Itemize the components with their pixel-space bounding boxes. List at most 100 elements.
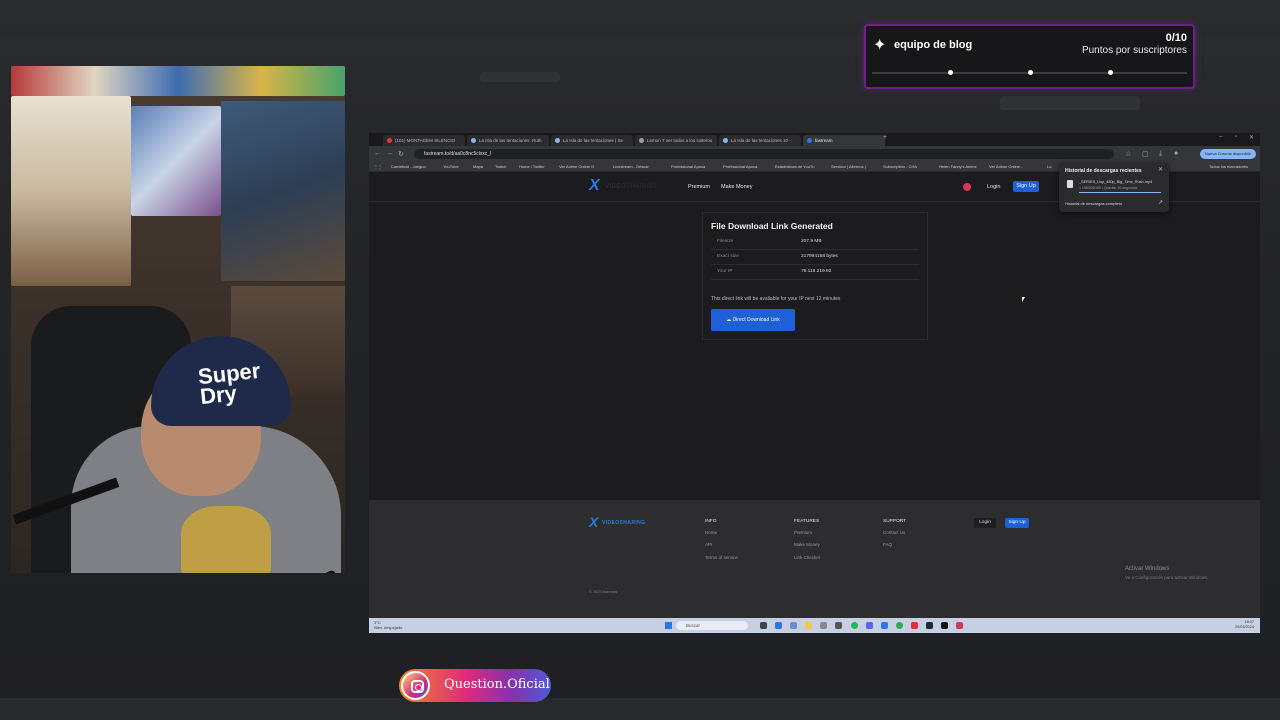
footer-link[interactable]: Home (705, 530, 717, 535)
direct-download-button[interactable]: ☁ Direct Download Link (711, 309, 795, 331)
bookmark-item[interactable]: Subscription - CHA (883, 164, 917, 169)
footer-login-button[interactable]: Login (974, 518, 996, 528)
footer-link[interactable]: Terms of service (705, 555, 738, 560)
bookmark-item[interactable]: Mapa (473, 164, 483, 169)
bookmark-item[interactable]: YouTube (443, 164, 459, 169)
file-explorer-icon[interactable] (805, 622, 812, 629)
bookmark-item[interactable]: Livestream - Descar (613, 164, 649, 169)
footer-link[interactable]: Make Money (794, 542, 820, 547)
full-history-link[interactable]: Historial de descargas completo (1065, 201, 1122, 206)
windows-start-icon[interactable] (665, 622, 672, 629)
maximize-button[interactable]: ▫ (1235, 134, 1237, 140)
downloads-popup-title: Historial de descargas recientes (1065, 168, 1142, 174)
goal-milestone-dot (1028, 70, 1033, 75)
minimize-button[interactable]: – (1219, 134, 1222, 140)
extensions-icon[interactable]: ▢ (1142, 150, 1149, 158)
bookmark-item[interactable]: Helen Fanny's Anime (939, 164, 977, 169)
clock-date: 29/03/2024 (1234, 625, 1254, 629)
footer-link[interactable]: FAQ (883, 542, 892, 547)
downloads-icon[interactable]: ⤓ (1159, 150, 1162, 158)
edge-icon[interactable] (775, 622, 782, 629)
favicon (639, 138, 644, 143)
language-flag-icon[interactable] (963, 183, 971, 191)
new-tab-button[interactable]: + (883, 134, 887, 141)
bookmark-item[interactable]: Cameltoid - Jueguo (391, 164, 426, 169)
app-icon[interactable] (911, 622, 918, 629)
app-icon[interactable] (881, 622, 888, 629)
app-icon[interactable] (790, 622, 797, 629)
header-signup-button[interactable]: Sign Up (1013, 181, 1039, 192)
site-logo-icon[interactable]: X (589, 177, 600, 195)
footer-logo-icon[interactable]: X (589, 514, 598, 530)
bookmark-item[interactable]: Twitch (495, 164, 506, 169)
info-label: Exact size (717, 254, 739, 259)
browser-tab[interactable]: La Isla de las tentaciones | Se (551, 135, 633, 146)
downloads-popup: Historial de descargas recientes ✕ _SERI… (1059, 162, 1169, 212)
app-icon[interactable] (820, 622, 827, 629)
browser-tab-active[interactable]: fastream (803, 135, 885, 146)
taskbar-search[interactable]: Buscar (676, 621, 748, 630)
all-bookmarks-link[interactable]: Todos los marcadores (1209, 164, 1248, 169)
back-icon[interactable]: ← (374, 150, 381, 157)
browser-tab[interactable]: Lemon T ver todos a los solteros (635, 135, 717, 146)
info-label: Filesize (717, 239, 734, 244)
shirt-graphic (181, 506, 271, 573)
bookmark-item[interactable]: Lo (1047, 164, 1051, 169)
windows-activation-title: Activar Windows (1125, 566, 1170, 572)
nav-premium-link[interactable]: Premium (688, 184, 710, 190)
footer-col-head: SUPPORT (883, 519, 907, 524)
address-bar[interactable]: fastream.to/d/aa0c8nc5clxxc_l (414, 149, 1114, 159)
steam-icon[interactable] (926, 622, 933, 629)
discord-icon[interactable] (866, 622, 873, 629)
favicon (387, 138, 392, 143)
browser-tab[interactable]: (101) MONTAGEM SILENCIO (383, 135, 465, 146)
footer-link[interactable]: API (705, 542, 712, 547)
browser-tab[interactable]: La Isla de las tentaciones 10 - (719, 135, 801, 146)
blurred-taskbar (0, 698, 1280, 720)
footer-link[interactable]: Contact Us (883, 530, 905, 535)
reload-icon[interactable]: ↻ (398, 150, 404, 158)
info-value: 207.9 MB (801, 239, 822, 244)
bookmark-item[interactable]: Estadísticas de YouTu (775, 164, 814, 169)
clock-time: 18:37 (1244, 620, 1254, 624)
footer-link[interactable]: Premium (794, 530, 812, 535)
bookmark-star-icon[interactable]: ☆ (1125, 150, 1131, 158)
spotify-icon[interactable] (851, 622, 858, 629)
info-row: Exact size 217994168 bytes (711, 250, 919, 265)
site-logo-word: VIDEOSHARING (605, 184, 658, 190)
tab-label: Lemon T ver todos a los solteros (647, 138, 713, 143)
app-icon[interactable] (835, 622, 842, 629)
header-login-link[interactable]: Login (987, 184, 1000, 190)
taskbar-clock[interactable]: 18:37 29/03/2024 (1235, 620, 1254, 630)
bookmark-item[interactable]: Ver Anime Online - (989, 164, 1022, 169)
figure-shelf (221, 101, 345, 281)
nav-make-money-link[interactable]: Make Money (721, 184, 753, 190)
blurred-element (1000, 96, 1140, 110)
download-filename[interactable]: _SERIES_Lisp_480p_Big_Time_Rush.mp4 (1079, 180, 1152, 184)
browser-tab[interactable]: La isla de las tentaciones: Ruth (467, 135, 549, 146)
app-icon[interactable] (956, 622, 963, 629)
forward-icon[interactable]: → (386, 150, 393, 157)
task-view-icon[interactable] (760, 622, 767, 629)
footer-link[interactable]: Link Checker (794, 555, 820, 560)
external-link-icon[interactable]: ↗ (1158, 199, 1163, 206)
profile-avatar-icon[interactable]: ● (1174, 150, 1178, 157)
favicon (555, 138, 560, 143)
chrome-update-button[interactable]: Nueva Chrome disponible (1200, 149, 1256, 159)
bookmark-item[interactable]: Servidor | Alternos | (831, 164, 866, 169)
bookmark-item[interactable]: Ver Anime Online G (559, 164, 594, 169)
close-icon[interactable]: ✕ (1158, 166, 1163, 173)
bookmark-item[interactable]: Home / Twitter (519, 164, 545, 169)
availability-note: This direct link will be available for y… (711, 296, 841, 302)
bookmark-item[interactable]: Professional Apoca (723, 164, 757, 169)
tiktok-icon[interactable] (941, 622, 948, 629)
bookmarks-apps-icon[interactable]: ⋮⋮ (374, 164, 382, 169)
weather-widget[interactable]: 3°C Niev. despejado (374, 620, 402, 630)
bookmark-item[interactable]: Professional Apoca (671, 164, 705, 169)
chrome-icon[interactable] (896, 622, 903, 629)
footer-signup-button[interactable]: Sign Up (1005, 518, 1029, 528)
close-window-button[interactable]: ✕ (1249, 134, 1254, 141)
fastream-page: X VIDEOSHARING Premium Make Money Login … (369, 172, 1260, 500)
weather-desc: Niev. despejado (374, 625, 403, 630)
cap-logo: Super Dry (196, 357, 262, 410)
